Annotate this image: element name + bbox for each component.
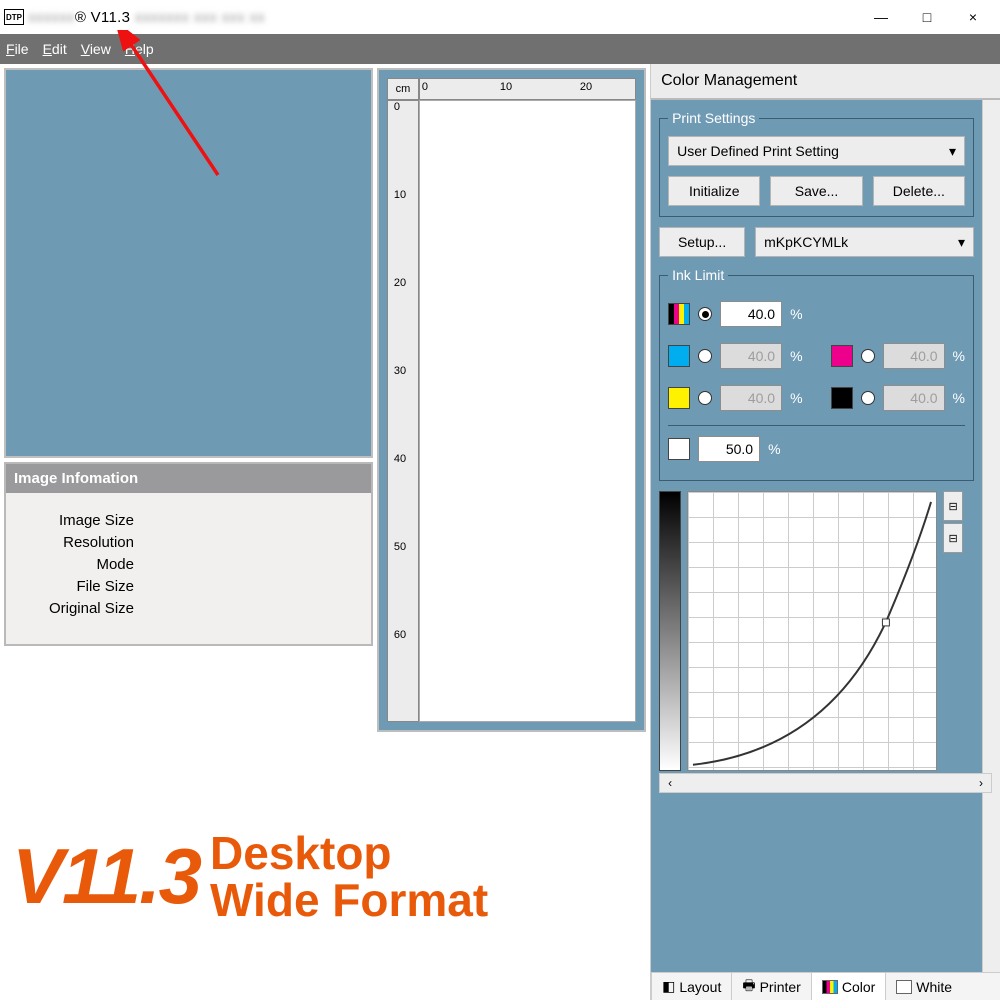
- initialize-button[interactable]: Initialize: [668, 176, 760, 206]
- profile-select[interactable]: mKpKCYMLk ▾: [755, 227, 974, 257]
- save-button[interactable]: Save...: [770, 176, 862, 206]
- black-input[interactable]: 40.0: [883, 385, 945, 411]
- menu-help[interactable]: Help: [125, 41, 154, 57]
- title-blur1: xxxxxx: [28, 9, 75, 26]
- chevron-down-icon: ▾: [949, 143, 956, 160]
- printer-icon: 🖶: [742, 975, 755, 999]
- panel-title: Color Management: [651, 64, 1000, 100]
- panel-body: Print Settings User Defined Print Settin…: [651, 100, 1000, 972]
- canvas-area: cm 0 10 20 0 10 20 30 40 50 60: [377, 68, 646, 732]
- cyan-radio[interactable]: [698, 349, 712, 363]
- menu-edit[interactable]: Edit: [43, 41, 67, 57]
- print-preset-select[interactable]: User Defined Print Setting ▾: [668, 136, 965, 166]
- magenta-radio[interactable]: [861, 349, 875, 363]
- total-ink-input[interactable]: 40.0: [720, 301, 782, 327]
- bottom-tabbar: ◧Layout 🖶Printer Color White: [651, 972, 1000, 1000]
- imginfo-originalsize: Original Size: [14, 600, 134, 617]
- tab-white[interactable]: White: [885, 973, 962, 1000]
- title-bar: DTP xxxxxx ® V11.3 xxxxxxx xxx xxx xx — …: [0, 0, 1000, 34]
- window-close-button[interactable]: ×: [950, 1, 996, 33]
- menu-view[interactable]: View: [81, 41, 111, 57]
- window-maximize-button[interactable]: □: [904, 1, 950, 33]
- magenta-input[interactable]: 40.0: [883, 343, 945, 369]
- tab-layout[interactable]: ◧Layout: [651, 973, 731, 1000]
- setup-button[interactable]: Setup...: [659, 227, 745, 257]
- workspace: Image Infomation Image Size Resolution M…: [0, 64, 1000, 1000]
- layout-canvas[interactable]: [419, 100, 636, 722]
- black-radio[interactable]: [861, 391, 875, 405]
- imginfo-imagesize: Image Size: [14, 512, 134, 529]
- layout-icon: ◧: [662, 978, 675, 995]
- scroll-left-icon[interactable]: ‹: [660, 776, 680, 790]
- imginfo-resolution: Resolution: [14, 534, 134, 551]
- app-badge: DTP: [4, 9, 24, 25]
- tab-color[interactable]: Color: [811, 973, 885, 1000]
- ink-limit-group: Ink Limit 40.0 % 40.0 %: [659, 267, 974, 481]
- image-info-panel: Image Infomation Image Size Resolution M…: [4, 462, 373, 646]
- curve-lock-top[interactable]: ⊟: [943, 491, 963, 521]
- title-version: ® V11.3: [75, 9, 130, 26]
- print-settings-group: Print Settings User Defined Print Settin…: [659, 110, 974, 217]
- right-panel: Color Management Print Settings User Def…: [650, 64, 1000, 1000]
- imginfo-filesize: File Size: [14, 578, 134, 595]
- curve-lock-bottom[interactable]: ⊟: [943, 523, 963, 553]
- cyan-input[interactable]: 40.0: [720, 343, 782, 369]
- color-icon: [822, 980, 838, 994]
- menu-bar: File Edit View Help: [0, 34, 1000, 64]
- print-settings-legend: Print Settings: [668, 110, 759, 126]
- image-info-heading: Image Infomation: [6, 464, 371, 493]
- tab-printer[interactable]: 🖶Printer: [731, 973, 810, 1000]
- delete-button[interactable]: Delete...: [873, 176, 965, 206]
- total-ink-radio[interactable]: [698, 307, 712, 321]
- white-swatch: [668, 438, 690, 460]
- magenta-swatch: [831, 345, 853, 367]
- ruler-vertical[interactable]: 0 10 20 30 40 50 60: [387, 100, 419, 722]
- ruler-horizontal[interactable]: 0 10 20: [419, 78, 636, 100]
- curve-hscroll[interactable]: ‹ ›: [659, 773, 992, 793]
- panel-scrollbar[interactable]: [982, 100, 1000, 972]
- yellow-swatch: [668, 387, 690, 409]
- scroll-right-icon[interactable]: ›: [971, 776, 991, 790]
- left-column: Image Infomation Image Size Resolution M…: [0, 64, 375, 1000]
- curve-editor: ⊟ ⊟: [659, 491, 974, 771]
- cyan-swatch: [668, 345, 690, 367]
- imginfo-mode: Mode: [14, 556, 134, 573]
- white-ink-input[interactable]: 50.0: [698, 436, 760, 462]
- black-swatch: [831, 387, 853, 409]
- title-blur2: xxxxxxx xxx xxx xx: [130, 9, 265, 26]
- tone-curve[interactable]: [687, 491, 937, 771]
- ruler-unit-label: cm: [387, 78, 419, 100]
- menu-file[interactable]: File: [6, 41, 29, 57]
- window-minimize-button[interactable]: —: [858, 1, 904, 33]
- yellow-input[interactable]: 40.0: [720, 385, 782, 411]
- ink-limit-legend: Ink Limit: [668, 267, 728, 283]
- total-ink-swatch: [668, 303, 690, 325]
- yellow-radio[interactable]: [698, 391, 712, 405]
- preview-pane[interactable]: [4, 68, 373, 458]
- white-icon: [896, 980, 912, 994]
- chevron-down-icon: ▾: [958, 234, 965, 251]
- gradient-bar[interactable]: [659, 491, 681, 771]
